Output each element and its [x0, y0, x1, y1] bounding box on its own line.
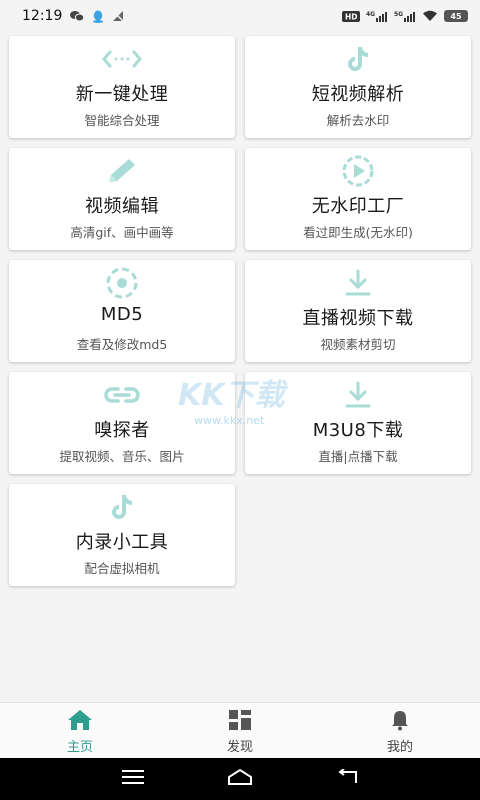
card-subtitle: 直播|点播下载	[318, 449, 398, 464]
play-circle-icon	[245, 154, 471, 188]
bell-icon	[389, 708, 411, 732]
card-title: 短视频解析	[311, 84, 405, 105]
card-m3u8-download[interactable]: M3U8下载 直播|点播下载	[245, 372, 471, 474]
card-video-edit[interactable]: 视频编辑 高清gif、画中画等	[9, 148, 235, 250]
card-short-video-parse[interactable]: 短视频解析 解析去水印	[245, 36, 471, 138]
card-title: 新一键处理	[75, 84, 169, 105]
pencil-icon	[9, 154, 235, 188]
tiktok-icon	[9, 490, 235, 524]
card-subtitle: 解析去水印	[326, 113, 390, 128]
card-subtitle: 高清gif、画中画等	[70, 225, 174, 240]
tiktok-icon	[245, 42, 471, 76]
wechat-icon	[70, 10, 85, 22]
menu-icon[interactable]	[121, 769, 144, 789]
svg-text:HD: HD	[345, 12, 358, 21]
nav-label: 主页	[66, 740, 93, 755]
card-subtitle: 视频素材剪切	[320, 337, 396, 352]
svg-text:5G: 5G	[394, 11, 403, 18]
card-title: 嗅探者	[94, 420, 150, 441]
card-one-click-process[interactable]: 新一键处理 智能综合处理	[9, 36, 235, 138]
hd-icon: HD	[342, 10, 360, 22]
nav-label: 我的	[386, 740, 413, 755]
signal-5g-icon: 5G	[394, 10, 416, 22]
card-title: 无水印工厂	[311, 196, 405, 217]
card-live-video-download[interactable]: 直播视频下载 视频素材剪切	[245, 260, 471, 362]
download-icon	[245, 266, 471, 300]
nav-label: 发现	[226, 740, 253, 755]
bottom-nav: 主页 发现 我的	[0, 702, 480, 758]
card-title: 内录小工具	[75, 532, 169, 553]
card-sniffer[interactable]: 嗅探者 提取视频、音乐、图片	[9, 372, 235, 474]
battery-indicator: 45	[444, 10, 468, 22]
signal-4g-icon: 4G	[366, 10, 388, 22]
home-button-icon[interactable]	[227, 768, 253, 790]
card-title: MD5	[100, 304, 144, 325]
link-icon	[9, 378, 235, 412]
nav-item-mine[interactable]: 我的	[320, 703, 480, 758]
qq-icon	[92, 10, 104, 23]
card-title: M3U8下载	[312, 420, 404, 441]
wifi-icon	[422, 10, 438, 22]
dashed-circle-icon	[9, 266, 235, 300]
card-title: 直播视频下载	[302, 308, 414, 329]
system-navigation-bar	[0, 758, 480, 800]
card-subtitle: 智能综合处理	[84, 113, 160, 128]
svg-text:4G: 4G	[366, 11, 375, 18]
nav-item-discover[interactable]: 发现	[160, 703, 320, 758]
card-subtitle: 提取视频、音乐、图片	[59, 449, 185, 464]
card-subtitle: 查看及修改md5	[76, 337, 168, 352]
back-icon[interactable]	[336, 768, 358, 789]
status-time: 12:19	[22, 8, 63, 24]
card-title: 视频编辑	[85, 196, 159, 217]
code-arrows-icon	[9, 42, 235, 76]
card-md5[interactable]: MD5 查看及修改md5	[9, 260, 235, 362]
download-icon	[245, 378, 471, 412]
card-internal-recording-tool[interactable]: 内录小工具 配合虚拟相机	[9, 484, 235, 586]
card-no-watermark-factory[interactable]: 无水印工厂 看过即生成(无水印)	[245, 148, 471, 250]
home-icon	[67, 708, 93, 732]
status-bar: 12:19 HD 4G 5G 45	[0, 0, 480, 32]
card-subtitle: 配合虚拟相机	[84, 561, 160, 576]
grid-icon	[228, 708, 252, 732]
no-signal-icon	[112, 10, 124, 22]
card-subtitle: 看过即生成(无水印)	[303, 225, 413, 240]
nav-item-home[interactable]: 主页	[0, 703, 160, 758]
